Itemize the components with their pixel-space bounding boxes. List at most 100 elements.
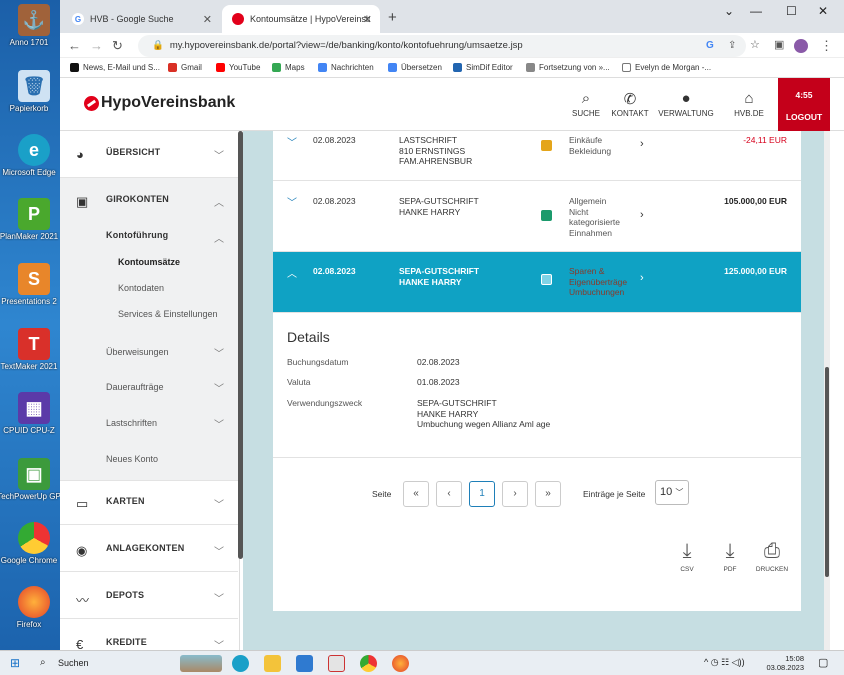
maximize-icon[interactable]: ☐ [786, 4, 797, 18]
menu-icon[interactable]: ⋮ [820, 38, 833, 54]
chevron-right-icon[interactable]: › [640, 272, 644, 284]
close-icon[interactable]: ✕ [203, 13, 212, 26]
reload-icon[interactable]: ↻ [112, 38, 123, 54]
lock-icon: 🔒 [152, 40, 164, 51]
forward-icon[interactable]: → [90, 38, 103, 53]
sidebar-item-kontodaten[interactable]: Kontodaten [118, 283, 164, 293]
notification-icon[interactable]: ▢ [818, 656, 828, 669]
sidebar-item-services[interactable]: Services & Einstellungen [118, 309, 218, 319]
bookmark-maps[interactable]: Maps [272, 63, 305, 72]
nav-verwaltung[interactable]: ● VERWALTUNG [658, 90, 714, 118]
taskbar-search[interactable]: Suchen [58, 658, 89, 668]
chevron-right-icon[interactable]: › [640, 138, 644, 150]
nav-hvb-de[interactable]: ⌂ HVB.DE [732, 90, 766, 118]
firefox-icon[interactable] [392, 655, 409, 672]
bookmark-uebersetzen[interactable]: Übersetzen [388, 63, 442, 72]
tray-icons[interactable]: ^ ◷ ☷ ◁)) [704, 657, 745, 668]
explorer-icon[interactable] [264, 655, 281, 672]
desktop-icon-gpuz[interactable]: ▣ TechPowerUp GP [0, 458, 64, 501]
desktop-icon-anno[interactable]: ⚓ Anno 1701 [4, 4, 64, 47]
google-icon[interactable]: G [706, 40, 714, 51]
transaction-amount: -24,11 EUR [743, 135, 787, 145]
tab-google-search[interactable]: G HVB - Google Suche ✕ [62, 5, 220, 33]
last-page-button[interactable]: » [535, 481, 561, 507]
prev-page-button[interactable]: ‹ [436, 481, 462, 507]
bookmark-fortsetzung[interactable]: Fortsetzung von »... [526, 63, 610, 72]
browser-window: G HVB - Google Suche ✕ Kontoumsätze | Hy… [60, 0, 844, 650]
sidebar-item-lastschriften[interactable]: Lastschriften [106, 418, 157, 428]
chevron-down-icon[interactable]: ﹀ [287, 134, 297, 149]
chevron-right-icon[interactable]: › [640, 209, 644, 221]
print-button[interactable]: ⎙ DRUCKEN [755, 540, 789, 573]
main-area: ﹀ 02.08.2023 LASTSCHRIFT 810 ERNSTINGS F… [243, 131, 830, 650]
per-page-select[interactable]: 10 ﹀ [655, 480, 689, 505]
url-field[interactable]: 🔒 my.hypovereinsbank.de/portal?view=/de/b… [138, 35, 746, 57]
bookmark-gmail[interactable]: Gmail [168, 63, 202, 72]
first-page-button[interactable]: « [403, 481, 429, 507]
city-widget-icon[interactable] [180, 655, 222, 672]
chevron-down-icon: ﹀ [214, 641, 224, 650]
minimize-icon[interactable]: — [750, 4, 762, 18]
bookmark-youtube[interactable]: YouTube [216, 63, 260, 72]
desktop-icon-chrome[interactable]: Google Chrome [1, 522, 64, 565]
sidepanel-icon[interactable]: ▣ [774, 38, 784, 51]
bookmark-news[interactable]: News, E-Mail und S... [70, 63, 160, 72]
system-clock[interactable]: 15:08 03.08.2023 [766, 654, 804, 672]
chevron-down-icon[interactable]: ﹀ [287, 194, 297, 209]
edge-icon[interactable] [232, 655, 249, 672]
close-icon[interactable]: ✕ [363, 13, 372, 26]
main-scrollbar[interactable] [824, 131, 830, 650]
mail-icon[interactable] [296, 655, 313, 672]
chevron-down-icon[interactable]: ⌄ [724, 4, 734, 18]
chevron-down-icon: ﹀ [214, 384, 224, 395]
share-icon[interactable]: ⇪ [728, 40, 736, 51]
desktop-icon-cpuz[interactable]: ▦ CPUID CPU-Z [3, 392, 64, 435]
desktop-icon-edge[interactable]: e Microsoft Edge [2, 134, 64, 177]
tab-kontoumsaetze[interactable]: Kontoumsätze | HypoVereinsbank ✕ [222, 5, 380, 33]
transaction-description: SEPA-GUTSCHRIFT HANKE HARRY [399, 266, 480, 287]
close-window-icon[interactable]: ✕ [818, 4, 828, 18]
transaction-row[interactable]: ﹀ 02.08.2023 LASTSCHRIFT 810 ERNSTINGS F… [273, 131, 801, 181]
phone-icon: ✆ [623, 91, 637, 108]
snipping-icon[interactable] [328, 655, 345, 672]
download-pdf-button[interactable]: ⤓ PDF [713, 540, 747, 573]
logout-button[interactable]: 4:55 LOGOUT [778, 78, 830, 131]
bookmark-simdif[interactable]: SimDif Editor [453, 63, 513, 72]
desktop-icon-planmaker[interactable]: P PlanMaker 2021 [0, 198, 64, 241]
transaction-row-selected[interactable]: ︿ 02.08.2023 SEPA-GUTSCHRIFT HANKE HARRY… [273, 252, 801, 313]
sidebar-item-ueberweisungen[interactable]: Überweisungen [106, 347, 169, 357]
desktop-icon-textmaker[interactable]: T TextMaker 2021 [1, 328, 64, 371]
bookmark-nachrichten[interactable]: Nachrichten [318, 63, 374, 72]
transaction-description: LASTSCHRIFT 810 ERNSTINGS FAM.AHRENSBUR [399, 135, 473, 166]
chrome-icon[interactable] [360, 655, 377, 672]
back-icon[interactable]: ← [68, 38, 81, 53]
hvb-logo[interactable]: HypoVereinsbank [84, 94, 235, 112]
search-icon[interactable]: ⌕ [40, 657, 46, 668]
sidebar-item-uebersicht[interactable]: ◕ ÜBERSICHT ﹀ [60, 147, 240, 177]
next-page-button[interactable]: › [502, 481, 528, 507]
divider [60, 571, 238, 572]
sidebar-item-neues-konto[interactable]: Neues Konto [106, 454, 158, 464]
desktop-icon-presentations[interactable]: S Presentations 2 [1, 263, 64, 306]
bookmark-evelyn[interactable]: Evelyn de Morgan -... [622, 63, 711, 72]
sidebar-item-kontoumsaetze[interactable]: Kontoumsätze [118, 257, 180, 267]
desktop-icon-recycle-bin[interactable]: 🗑 Papierkorb [4, 70, 64, 113]
scrollbar-thumb[interactable] [825, 367, 829, 577]
star-icon[interactable]: ☆ [750, 38, 760, 51]
desktop-icon-firefox[interactable]: Firefox [4, 586, 64, 629]
download-icon: ⤓ [725, 540, 735, 562]
user-icon: ● [681, 90, 691, 107]
nav-search[interactable]: ⌕ SUCHE [572, 90, 600, 118]
windows-start-icon[interactable]: ⊞ [10, 656, 20, 670]
new-tab-button[interactable]: + [388, 9, 397, 26]
detail-label: Buchungsdatum [287, 357, 349, 367]
nav-contact[interactable]: ✆ KONTAKT [610, 90, 650, 118]
download-csv-button[interactable]: ⤓ CSV [670, 540, 704, 573]
chevron-up-icon: ︿ [214, 234, 224, 245]
chevron-up-icon[interactable]: ︿ [287, 265, 297, 280]
current-page-button[interactable]: 1 [469, 481, 495, 507]
sidebar-item-dauerauftraege[interactable]: Daueraufträge [106, 382, 164, 392]
detail-value: 01.08.2023 [417, 377, 460, 387]
profile-avatar[interactable] [794, 39, 808, 53]
transaction-row[interactable]: ﹀ 02.08.2023 SEPA-GUTSCHRIFT HANKE HARRY… [273, 181, 801, 252]
